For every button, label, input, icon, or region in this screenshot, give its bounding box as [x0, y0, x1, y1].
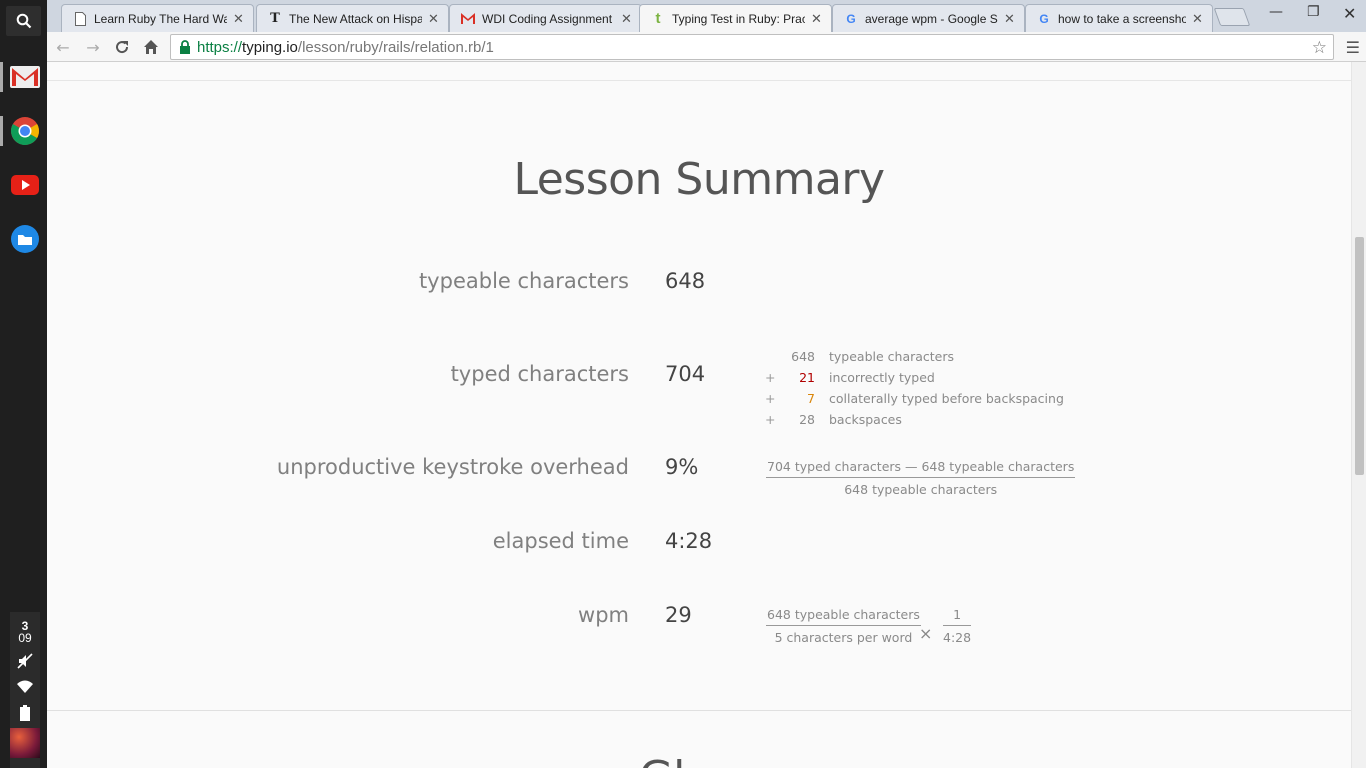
reload-icon[interactable]: [112, 37, 132, 57]
url-host: typing.io: [242, 38, 298, 56]
overhead-value: 9%: [665, 455, 699, 479]
url-scheme: https://: [197, 38, 243, 56]
battery-icon: [16, 704, 34, 722]
typed-characters-breakdown: 648 typeable characters + 21 incorrectly…: [765, 346, 1064, 430]
tab-google-screenshot[interactable]: G how to take a screenshot ✕: [1025, 4, 1213, 32]
breakdown-line: + 21 incorrectly typed: [765, 370, 935, 385]
page-title: Lesson Summary: [513, 154, 885, 205]
wpm-formula-left: 648 typeable characters 5 characters per…: [766, 607, 921, 645]
address-bar[interactable]: https://typing.io/lesson/ruby/rails/rela…: [170, 34, 1334, 60]
tab-close-icon[interactable]: ✕: [428, 11, 440, 27]
wpm-label: wpm: [578, 603, 629, 627]
divider: [47, 80, 1351, 81]
launcher-search-icon[interactable]: [6, 6, 41, 36]
tab-close-icon[interactable]: ✕: [1004, 11, 1016, 27]
typeable-characters-value: 648: [665, 269, 706, 293]
elapsed-time-label: elapsed time: [492, 529, 629, 553]
tab-close-icon[interactable]: ✕: [811, 11, 823, 27]
elapsed-time-value: 4:28: [665, 529, 713, 553]
home-icon[interactable]: [141, 37, 161, 57]
breakdown-line: + 28 backspaces: [765, 412, 902, 427]
page-scrollbar[interactable]: [1351, 62, 1366, 768]
typed-characters-label: typed characters: [450, 362, 629, 386]
breakdown-line: 648 typeable characters: [791, 349, 955, 364]
breakdown-line: + 7 collaterally typed before backspacin…: [765, 391, 1064, 406]
tab-google-wpm[interactable]: G average wpm - Google Se ✕: [832, 4, 1025, 32]
clock: 3 09: [18, 619, 32, 645]
gmail-icon[interactable]: [10, 62, 40, 92]
tab-learn-ruby[interactable]: Learn Ruby The Hard Way ✕: [61, 4, 254, 32]
forward-icon[interactable]: →: [83, 37, 103, 57]
back-icon[interactable]: ←: [53, 37, 73, 57]
next-section-title: Gl: [639, 752, 685, 768]
gmail-icon: [460, 11, 476, 27]
tab-close-icon[interactable]: ✕: [621, 11, 633, 27]
overhead-label: unproductive keystroke overhead: [276, 455, 629, 479]
os-shelf: 3 09: [0, 0, 47, 768]
tab-typing-io[interactable]: t Typing Test in Ruby: Prac ✕: [639, 4, 832, 32]
document-icon: [72, 11, 88, 27]
maximize-icon[interactable]: ❐: [1307, 4, 1320, 20]
typing-io-icon: t: [655, 10, 661, 27]
lock-icon: [179, 40, 191, 54]
bookmark-star-icon[interactable]: ☆: [1312, 38, 1327, 58]
overhead-formula: 704 typed characters — 648 typeable char…: [766, 459, 1076, 497]
youtube-icon[interactable]: [10, 170, 40, 200]
wifi-icon: [16, 678, 34, 696]
new-tab-button[interactable]: [1213, 8, 1251, 26]
minimize-icon[interactable]: —: [1269, 4, 1283, 20]
wpm-formula-right: 1 4:28: [943, 607, 972, 645]
tab-nyt[interactable]: T The New Attack on Hispa ✕: [256, 4, 449, 32]
tab-wdi-gmail[interactable]: WDI Coding Assignment & ✕: [449, 4, 642, 32]
wpm-value: 29: [665, 603, 692, 627]
user-avatar[interactable]: [10, 728, 40, 758]
chrome-menu-icon[interactable]: ☰: [1346, 38, 1360, 57]
files-icon[interactable]: [10, 224, 40, 254]
section-divider: [47, 710, 1351, 711]
typed-characters-value: 704: [665, 362, 706, 386]
url-path: /lesson/ruby/rails/relation.rb/1: [297, 38, 494, 56]
tab-close-icon[interactable]: ✕: [233, 11, 245, 27]
scrollbar-thumb[interactable]: [1355, 237, 1364, 475]
google-icon: G: [846, 11, 856, 26]
tab-close-icon[interactable]: ✕: [1192, 11, 1204, 27]
browser-toolbar: ← → https://typing.io/lesson/ruby/rails/…: [47, 32, 1366, 62]
chrome-icon[interactable]: [10, 116, 40, 146]
mute-icon: [16, 652, 34, 670]
nyt-icon: T: [270, 11, 280, 26]
close-window-icon[interactable]: ✕: [1343, 4, 1356, 23]
typeable-characters-label: typeable characters: [418, 269, 629, 293]
multiply-sign: ×: [919, 624, 933, 643]
active-app-indicator: [0, 116, 3, 146]
page-content: Lesson Summary typeable characters 648 t…: [47, 62, 1351, 768]
google-icon: G: [1039, 11, 1049, 26]
active-app-indicator: [0, 62, 3, 92]
tab-strip: Learn Ruby The Hard Way ✕ T The New Atta…: [47, 0, 1366, 32]
system-tray[interactable]: 3 09: [10, 612, 40, 768]
